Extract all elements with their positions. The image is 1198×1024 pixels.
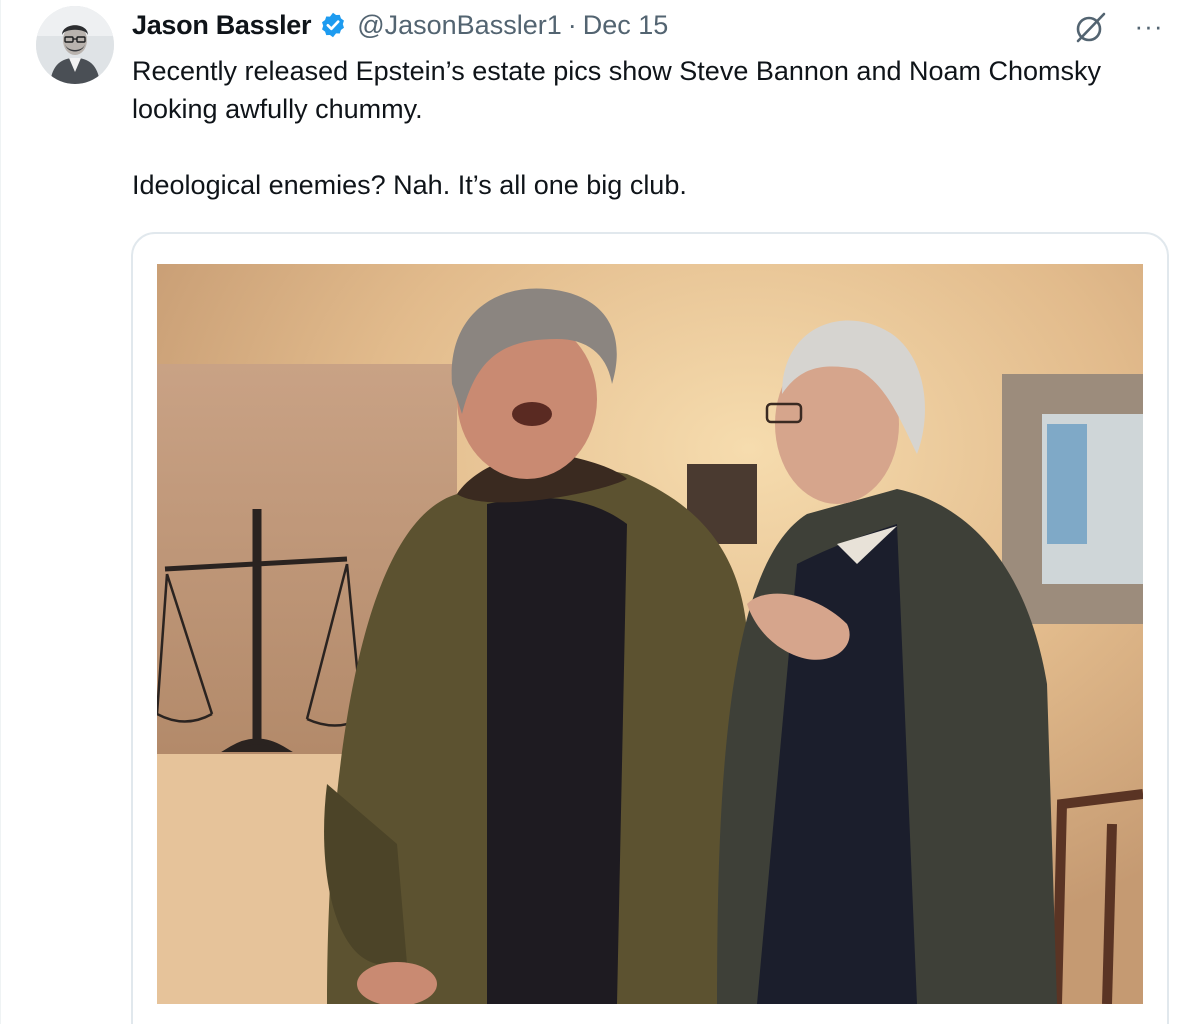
- tweet-card[interactable]: Jason Bassler @JasonBassler1 · Dec 15 ··…: [0, 0, 1198, 1024]
- tweet-header: Jason Bassler @JasonBassler1 · Dec 15: [132, 6, 668, 44]
- tweet-text: Recently released Epstein’s estate pics …: [132, 52, 1152, 204]
- timeline-divider: [0, 0, 1, 1024]
- author-name[interactable]: Jason Bassler: [132, 10, 312, 41]
- more-options-icon[interactable]: ···: [1126, 6, 1172, 46]
- tweet-timestamp[interactable]: Dec 15: [583, 10, 669, 41]
- author-handle[interactable]: @JasonBassler1: [357, 10, 562, 41]
- header-separator: ·: [567, 9, 577, 40]
- avatar-image: [36, 6, 114, 84]
- tweet-photo[interactable]: [157, 264, 1143, 1004]
- tweet-paragraph: Recently released Epstein’s estate pics …: [132, 56, 1102, 124]
- verified-badge-icon[interactable]: [319, 11, 347, 39]
- author-avatar[interactable]: [36, 6, 114, 84]
- grok-icon[interactable]: [1068, 6, 1112, 50]
- media-card[interactable]: [131, 232, 1169, 1024]
- tweet-paragraph: Ideological enemies? Nah. It’s all one b…: [132, 170, 687, 200]
